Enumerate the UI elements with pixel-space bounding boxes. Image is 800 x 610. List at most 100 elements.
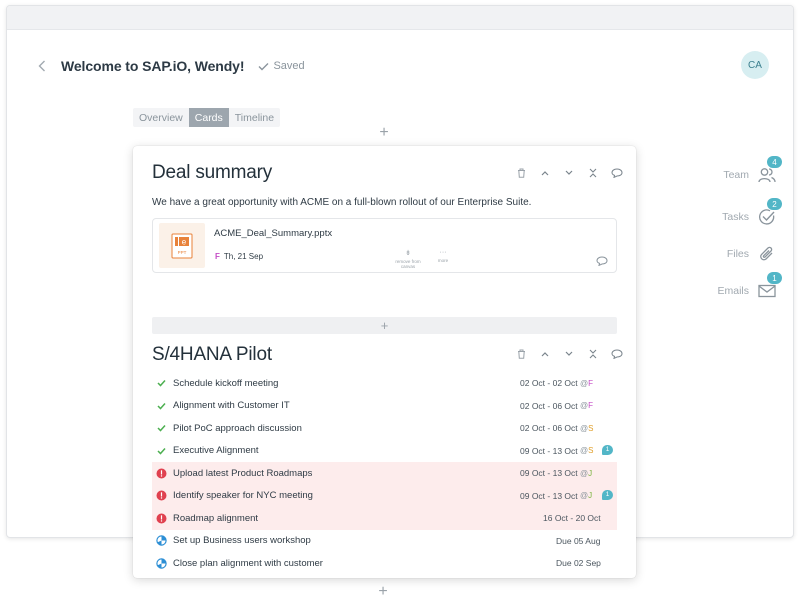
tasks-check-icon: 2	[757, 198, 782, 227]
rail-label-files: Files	[726, 248, 749, 260]
tab-timeline[interactable]: Timeline	[229, 108, 280, 127]
task-row[interactable]: Identify speaker for NYC meeting 09 Oct -…	[151, 484, 617, 507]
move-down-icon[interactable]	[557, 347, 581, 361]
ppt-file-icon: e PPT	[159, 223, 205, 268]
check-icon[interactable]	[151, 395, 171, 417]
task-row[interactable]: Executive Alignment 09 Oct - 13 Oct @S 1	[152, 440, 617, 463]
saved-label: Saved	[273, 60, 305, 72]
back-chevron-icon[interactable]	[35, 56, 49, 76]
cards-panel: Deal summary We have a great opportunity…	[133, 146, 636, 578]
check-icon[interactable]	[151, 372, 171, 394]
task-dates: 09 Oct - 13 Oct	[520, 468, 578, 479]
remove-from-canvas-button[interactable]: ⇟ remove from canvas	[388, 249, 428, 269]
task-dates: 02 Oct - 06 Oct	[520, 400, 578, 411]
rail-label-team: Team	[723, 169, 749, 181]
pilot-card-title: S/4HANA Pilot	[152, 344, 272, 365]
team-icon: 4	[757, 156, 782, 185]
task-row[interactable]: Upload latest Product Roadmaps 09 Oct - 1…	[152, 462, 617, 485]
task-dates: 02 Oct - 06 Oct	[520, 423, 578, 434]
task-owner: @F	[580, 401, 593, 410]
more-button[interactable]: ··· more	[423, 249, 463, 263]
owner-at-sign: @	[580, 468, 589, 478]
team-badge: 4	[767, 156, 782, 168]
check-icon[interactable]	[151, 417, 171, 439]
move-up-icon[interactable]	[533, 166, 557, 180]
file-date: Th, 21 Sep	[223, 252, 264, 261]
remove-from-canvas-label: remove from canvas	[395, 259, 421, 269]
trash-icon[interactable]	[509, 166, 533, 180]
add-card-top-icon[interactable]: +	[377, 124, 391, 142]
alert-icon[interactable]	[151, 462, 171, 484]
task-owner: @F	[580, 379, 593, 388]
owner-initial: J	[588, 468, 593, 478]
task-row[interactable]: Pilot PoC approach discussion 02 Oct - 06…	[152, 417, 617, 440]
comment-icon[interactable]	[605, 166, 629, 180]
comment-count-badge[interactable]: 1	[602, 489, 613, 500]
more-label: more	[437, 258, 449, 263]
task-dates: Due 02 Sep	[556, 558, 601, 569]
task-dates: 02 Oct - 02 Oct	[520, 378, 578, 389]
task-name: Roadmap alignment	[173, 512, 259, 524]
task-owner: @J	[580, 469, 592, 478]
file-comment-icon[interactable]	[596, 253, 608, 271]
alert-icon[interactable]	[151, 485, 171, 507]
deal-card-toolbar	[509, 166, 629, 180]
svg-text:PPT: PPT	[178, 250, 187, 255]
collapse-icon[interactable]	[581, 166, 605, 180]
collapse-icon[interactable]	[581, 347, 605, 361]
deal-description: We have a great opportunity with ACME on…	[152, 197, 532, 208]
owner-initial: S	[588, 423, 594, 433]
task-list: Schedule kickoff meeting 02 Oct - 02 Oct @…	[152, 372, 617, 575]
task-row[interactable]: Roadmap alignment 16 Oct - 20 Oct	[152, 507, 617, 530]
page-header: Welcome to SAP.iO, Wendy! Saved	[35, 56, 305, 76]
task-name: Alignment with Customer IT	[173, 400, 290, 412]
add-card-bar[interactable]: +	[152, 317, 617, 334]
svg-text:e: e	[182, 237, 187, 246]
task-name: Identify speaker for NYC meeting	[173, 490, 313, 502]
task-name: Executive Alignment	[173, 445, 259, 457]
avatar[interactable]: CA	[741, 51, 769, 79]
rail-item-emails[interactable]: Emails 1	[697, 272, 782, 306]
file-attachment[interactable]: e PPT ACME_Deal_Summary.pptx F Th, 21 Sep…	[152, 218, 617, 273]
file-name[interactable]: ACME_Deal_Summary.pptx	[214, 228, 332, 239]
task-name: Close plan alignment with customer	[173, 557, 323, 569]
tab-overview[interactable]: Overview	[133, 108, 189, 127]
task-row[interactable]: Close plan alignment with customer Due 02…	[152, 552, 617, 575]
progress-icon[interactable]	[151, 552, 171, 574]
trash-icon[interactable]	[509, 347, 533, 361]
move-down-icon[interactable]	[557, 166, 581, 180]
move-up-icon[interactable]	[533, 347, 557, 361]
owner-at-sign: @	[580, 491, 589, 501]
check-icon[interactable]	[151, 440, 171, 462]
rail-item-files[interactable]: Files	[697, 239, 777, 269]
task-row[interactable]: Set up Business users workshop Due 05 Aug	[152, 530, 617, 553]
emails-badge: 1	[767, 272, 782, 284]
envelope-icon: 1	[757, 272, 782, 301]
add-card-plus-icon: +	[380, 318, 389, 333]
owner-at-sign: @	[580, 401, 589, 411]
rail-item-team[interactable]: Team 4	[697, 156, 782, 190]
paperclip-icon	[757, 244, 777, 264]
comment-icon[interactable]	[605, 347, 629, 361]
task-owner: @S	[580, 424, 593, 433]
page-title: Welcome to SAP.iO, Wendy!	[61, 58, 245, 74]
deal-card-title: Deal summary	[152, 162, 273, 183]
tab-cards[interactable]: Cards	[188, 108, 229, 127]
task-row[interactable]: Alignment with Customer IT 02 Oct - 06 Oc…	[152, 395, 617, 418]
task-dates: 09 Oct - 13 Oct	[520, 445, 578, 456]
rail-item-tasks[interactable]: Tasks 2	[697, 198, 782, 232]
task-owner: @J	[580, 491, 592, 500]
task-row[interactable]: Schedule kickoff meeting 02 Oct - 02 Oct @…	[152, 372, 617, 395]
rail-label-emails: Emails	[717, 285, 749, 297]
progress-icon[interactable]	[151, 530, 171, 552]
check-icon	[258, 62, 269, 70]
owner-initial: F	[588, 401, 594, 411]
window-topbar	[7, 6, 793, 30]
owner-initial: J	[588, 491, 593, 501]
view-tabs: Overview Cards Timeline	[133, 108, 281, 127]
alert-icon[interactable]	[151, 507, 171, 529]
file-meta: F Th, 21 Sep	[215, 252, 263, 261]
task-name: Upload latest Product Roadmaps	[173, 467, 313, 479]
add-card-bottom-icon[interactable]: +	[376, 583, 390, 601]
comment-count-badge[interactable]: 1	[602, 444, 613, 455]
